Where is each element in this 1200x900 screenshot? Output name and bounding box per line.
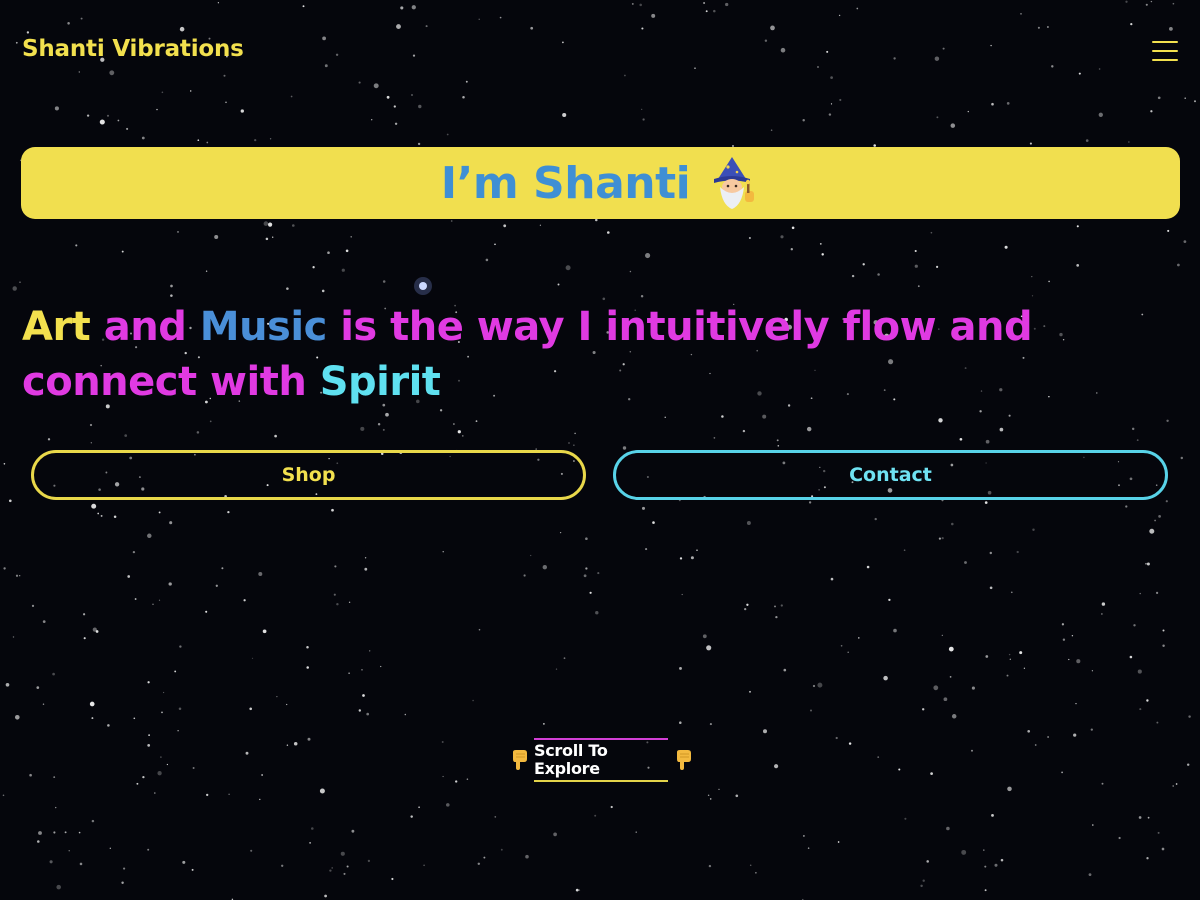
- shop-button[interactable]: Shop: [31, 450, 586, 500]
- brand-logo-text[interactable]: Shanti Vibrations: [22, 36, 244, 62]
- tagline-segment: Spirit: [319, 359, 441, 405]
- banner-title: I’m Shanti: [440, 157, 691, 209]
- intro-banner: I’m Shanti: [21, 147, 1180, 219]
- hamburger-menu-icon[interactable]: [1150, 38, 1180, 66]
- landing-page: Shanti Vibrations I’m Shanti Art and Mus…: [0, 0, 1200, 900]
- scroll-label[interactable]: Scroll To Explore: [534, 738, 668, 782]
- pointing-down-hand-icon: [510, 750, 528, 770]
- tagline-segment: Art: [22, 304, 91, 350]
- pointing-down-hand-icon: [674, 750, 692, 770]
- wizard-emoji-icon: [704, 155, 760, 211]
- scroll-to-explore[interactable]: Scroll To Explore: [510, 738, 692, 782]
- hero-tagline: Art and Music is the way I intuitively f…: [22, 300, 1182, 410]
- contact-button[interactable]: Contact: [613, 450, 1168, 500]
- tagline-segment: and: [90, 304, 200, 350]
- tagline-segment: Music: [199, 304, 328, 350]
- site-header: Shanti Vibrations: [0, 0, 1200, 100]
